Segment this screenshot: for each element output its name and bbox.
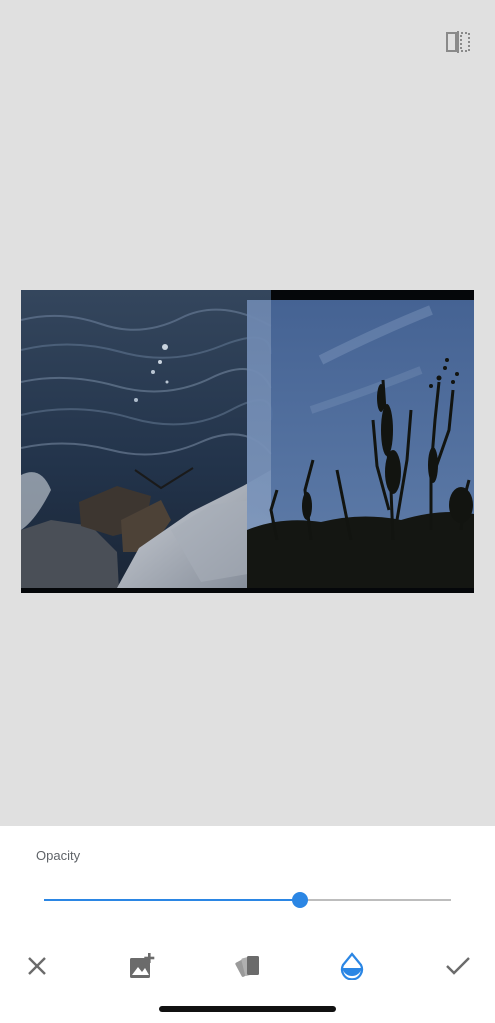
base-photo-ocean-rocks	[21, 290, 273, 593]
bottom-toolbar	[0, 946, 495, 990]
blend-styles-button[interactable]	[225, 946, 269, 990]
cancel-button[interactable]	[15, 946, 59, 990]
overlay-photo-plants-sky	[247, 300, 474, 593]
apply-button[interactable]	[436, 946, 480, 990]
slider-thumb[interactable]	[292, 892, 309, 908]
bottom-panel: Opacity	[0, 826, 495, 1023]
close-icon	[25, 954, 49, 983]
checkmark-icon	[445, 954, 471, 983]
blend-styles-icon	[232, 952, 262, 985]
opacity-drop-icon	[339, 951, 365, 985]
image-canvas[interactable]	[21, 290, 474, 593]
double-exposure-editor: Opacity	[0, 0, 495, 1023]
add-image-icon	[128, 952, 156, 985]
opacity-button[interactable]	[330, 946, 374, 990]
compare-button[interactable]	[440, 28, 476, 60]
add-image-button[interactable]	[120, 946, 164, 990]
slider-fill	[44, 899, 301, 901]
opacity-slider[interactable]	[44, 888, 451, 912]
opacity-label: Opacity	[36, 848, 81, 863]
home-indicator	[159, 1006, 336, 1012]
compare-split-icon	[445, 30, 471, 59]
